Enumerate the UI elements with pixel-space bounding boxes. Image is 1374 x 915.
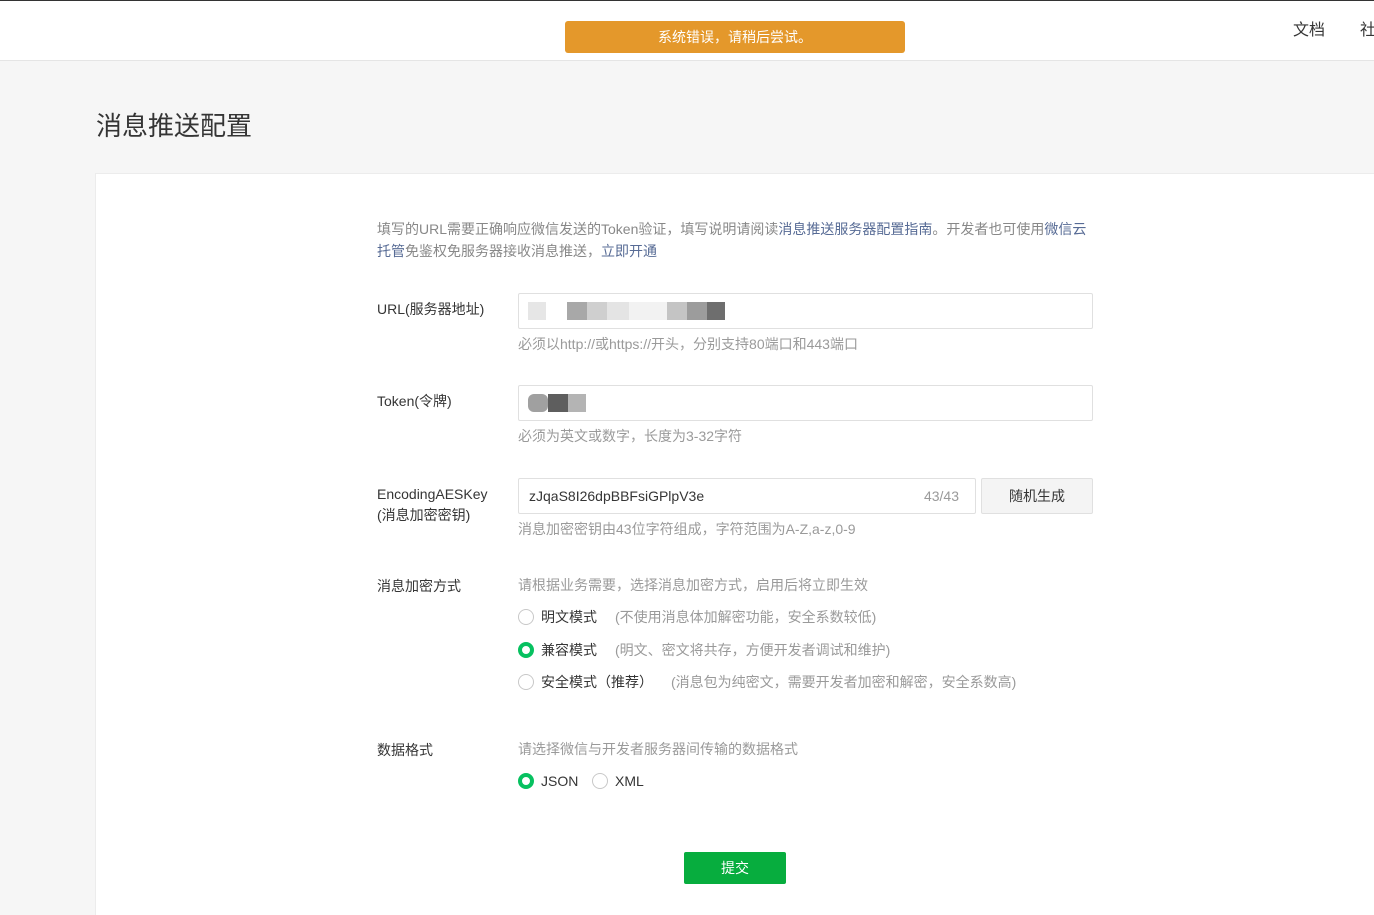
aes-key-value: zJqaS8I26dpBBFsiGPlpV3e — [529, 488, 705, 504]
top-bar: 系统错误，请稍后尝试。 文档 社 — [0, 0, 1374, 61]
encryption-option-desc: (不使用消息体加解密功能，安全系数较低) — [615, 609, 877, 625]
intro-text-part2: 。开发者也可使用 — [932, 221, 1045, 237]
intro-text-part3: 免鉴权免服务器接收消息推送， — [405, 243, 601, 259]
encryption-option-label: 明文模式 — [541, 609, 597, 625]
encryption-option-desc: (明文、密文将共存，方便开发者调试和维护) — [615, 642, 891, 658]
token-label: Token(令牌) — [377, 393, 452, 409]
encryption-option-secure[interactable]: 安全模式（推荐） (消息包为纯密文，需要开发者加密和解密，安全系数高) — [518, 673, 1016, 691]
encryption-option-plaintext[interactable]: 明文模式 (不使用消息体加解密功能，安全系数较低) — [518, 608, 876, 626]
redacted-block — [548, 394, 568, 412]
aes-key-tip: 消息加密密钥由43位字符组成，字符范围为A-Z,a-z,0-9 — [518, 521, 856, 537]
redacted-block — [528, 302, 546, 320]
token-tip: 必须为英文或数字，长度为3-32字符 — [518, 428, 743, 444]
redacted-block — [629, 302, 667, 320]
error-toast: 系统错误，请稍后尝试。 — [565, 21, 905, 53]
radio-unchecked-icon[interactable] — [592, 773, 608, 789]
aes-key-input[interactable]: zJqaS8I26dpBBFsiGPlpV3e 43/43 — [518, 478, 976, 514]
redacted-block — [568, 394, 586, 412]
redacted-block — [587, 302, 607, 320]
data-format-label: 数据格式 — [377, 742, 433, 758]
url-input[interactable] — [518, 293, 1093, 329]
data-format-option-xml[interactable]: XML — [592, 772, 644, 790]
nav-docs-link[interactable]: 文档 — [1293, 21, 1325, 41]
data-format-option-label: JSON — [541, 773, 579, 789]
open-now-link[interactable]: 立即开通 — [601, 243, 657, 259]
data-format-option-label: XML — [615, 773, 644, 789]
redacted-block — [707, 302, 725, 320]
radio-unchecked-icon[interactable] — [518, 674, 534, 690]
intro-text-part1: 填写的URL需要正确响应微信发送的Token验证，填写说明请阅读 — [377, 221, 779, 237]
radio-unchecked-icon[interactable] — [518, 609, 534, 625]
aes-key-label-line2: (消息加密密钥) — [377, 507, 471, 523]
redacted-block — [528, 394, 548, 412]
encryption-label: 消息加密方式 — [377, 578, 461, 594]
aes-key-label-line1: EncodingAESKey — [377, 486, 488, 502]
encryption-hint: 请根据业务需要，选择消息加密方式，启用后将立即生效 — [518, 577, 868, 593]
encryption-option-desc: (消息包为纯密文，需要开发者加密和解密，安全系数高) — [671, 674, 1017, 690]
data-format-hint: 请选择微信与开发者服务器间传输的数据格式 — [518, 741, 798, 757]
redacted-block — [607, 302, 629, 320]
submit-button[interactable]: 提交 — [684, 852, 786, 884]
encryption-option-label: 兼容模式 — [541, 642, 597, 658]
server-guide-link[interactable]: 消息推送服务器配置指南 — [778, 221, 932, 237]
radio-checked-icon[interactable] — [518, 773, 534, 789]
redacted-block — [567, 302, 587, 320]
radio-checked-icon[interactable] — [518, 642, 534, 658]
token-input[interactable] — [518, 385, 1093, 421]
config-card — [95, 173, 1374, 915]
redacted-block — [667, 302, 687, 320]
url-label: URL(服务器地址) — [377, 301, 485, 317]
redacted-block — [687, 302, 707, 320]
url-tip: 必须以http://或https://开头，分别支持80端口和443端口 — [518, 336, 858, 352]
encryption-option-compatible[interactable]: 兼容模式 (明文、密文将共存，方便开发者调试和维护) — [518, 641, 890, 659]
intro-text: 填写的URL需要正确响应微信发送的Token验证，填写说明请阅读消息推送服务器配… — [377, 218, 1097, 262]
page-title: 消息推送配置 — [96, 111, 253, 141]
encryption-option-label: 安全模式（推荐） — [541, 674, 653, 690]
aes-key-label: EncodingAESKey (消息加密密钥) — [377, 484, 488, 526]
nav-community-link[interactable]: 社 — [1360, 21, 1374, 41]
data-format-option-json[interactable]: JSON — [518, 772, 578, 790]
aes-key-char-count: 43/43 — [923, 488, 959, 504]
random-generate-button[interactable]: 随机生成 — [981, 478, 1093, 514]
